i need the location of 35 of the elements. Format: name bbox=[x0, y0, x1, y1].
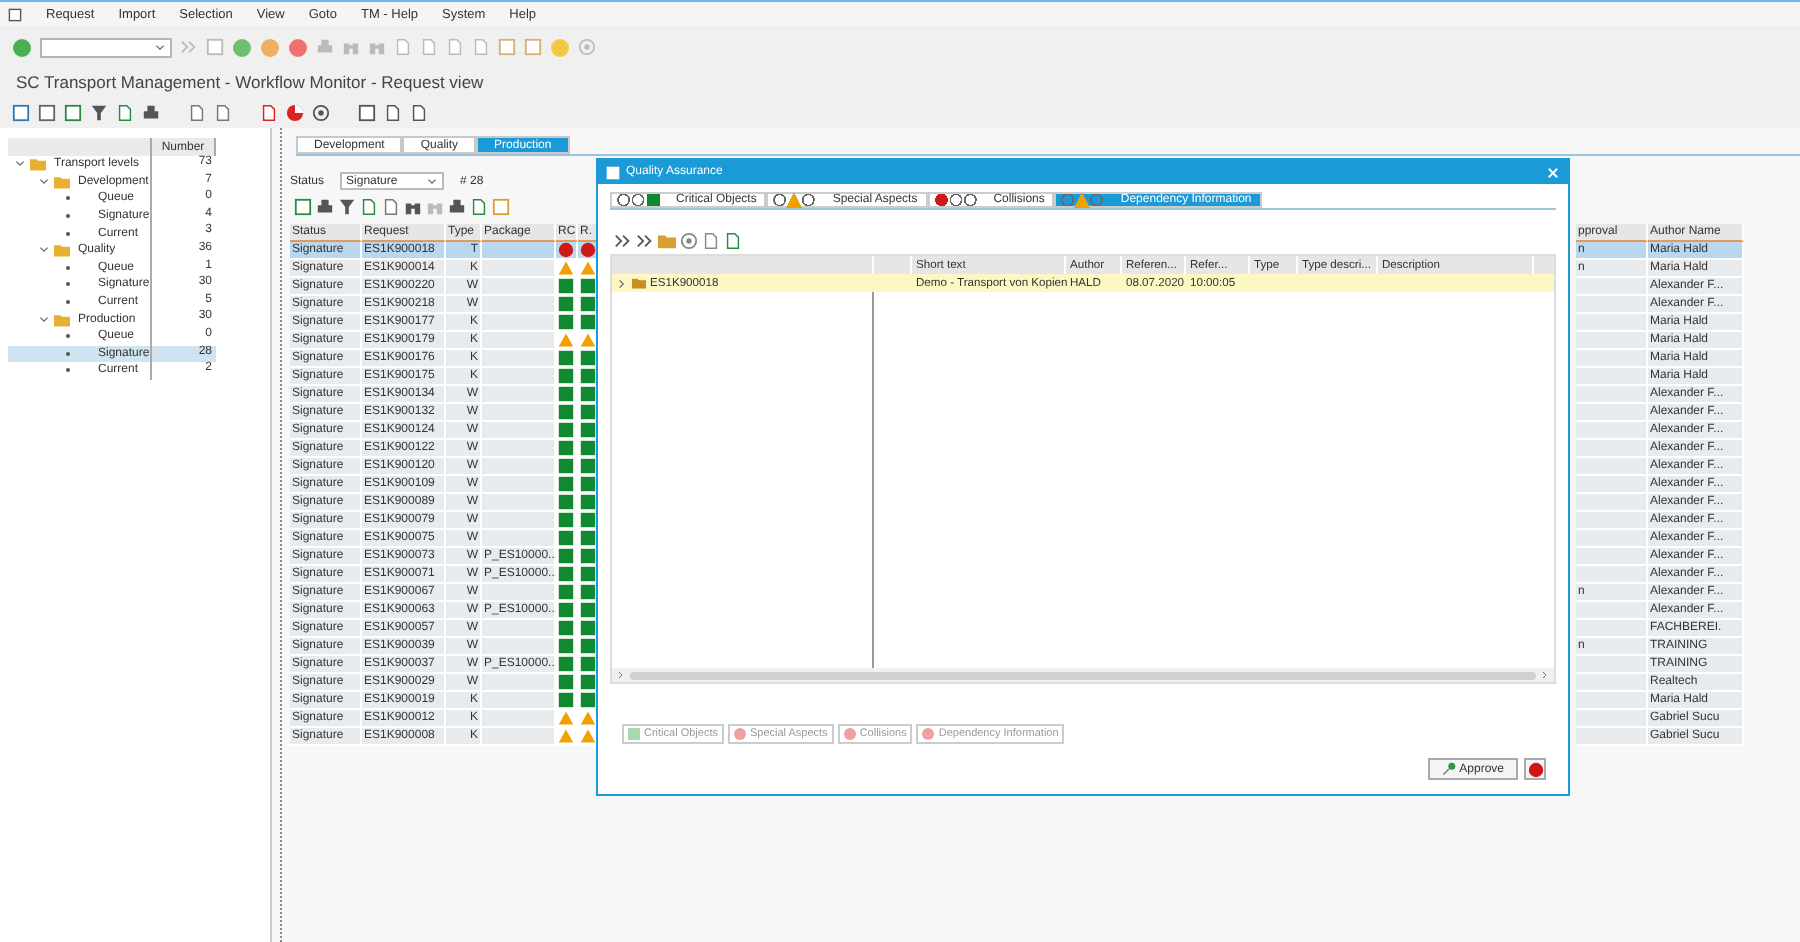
approve-icon bbox=[1441, 762, 1456, 776]
check-icon[interactable] bbox=[12, 37, 32, 57]
scrollbar-thumb[interactable] bbox=[630, 671, 1536, 679]
folder-icon bbox=[54, 311, 70, 328]
folder-icon bbox=[54, 242, 70, 259]
expand-all-icon[interactable] bbox=[614, 232, 632, 250]
page-icon[interactable] bbox=[116, 103, 134, 121]
print-icon[interactable] bbox=[448, 198, 466, 216]
command-field[interactable] bbox=[40, 37, 172, 57]
filter-icon[interactable] bbox=[90, 103, 108, 121]
cancel-icon[interactable] bbox=[288, 37, 308, 57]
collapse-all-icon[interactable] bbox=[636, 232, 654, 250]
export-icon[interactable] bbox=[470, 198, 488, 216]
caret-icon[interactable] bbox=[38, 313, 50, 326]
scrollbar[interactable] bbox=[612, 668, 1554, 682]
caret-icon[interactable] bbox=[154, 41, 166, 53]
traffic-light-icon bbox=[1060, 192, 1105, 208]
caret-icon[interactable] bbox=[616, 277, 628, 289]
caret-icon[interactable] bbox=[38, 244, 50, 257]
cancel-button[interactable] bbox=[1524, 758, 1546, 780]
close-icon[interactable] bbox=[1546, 165, 1560, 179]
caret-icon[interactable] bbox=[426, 175, 439, 187]
cancel-icon bbox=[1527, 761, 1543, 777]
document-icon[interactable] bbox=[260, 103, 278, 121]
header-cell bbox=[8, 138, 152, 156]
export-icon[interactable] bbox=[724, 232, 742, 250]
document-icon[interactable] bbox=[384, 103, 402, 121]
document-icon[interactable] bbox=[702, 232, 720, 250]
traffic-light-icon bbox=[933, 192, 978, 208]
find-icon[interactable] bbox=[404, 198, 422, 216]
traffic-light-icon bbox=[616, 192, 660, 208]
chart-icon[interactable] bbox=[286, 103, 304, 121]
traffic-light-icon bbox=[772, 192, 817, 208]
screen-title: SC Transport Management - Workflow Monitor - Request view bbox=[0, 68, 1800, 96]
filter-icon[interactable] bbox=[338, 198, 356, 216]
